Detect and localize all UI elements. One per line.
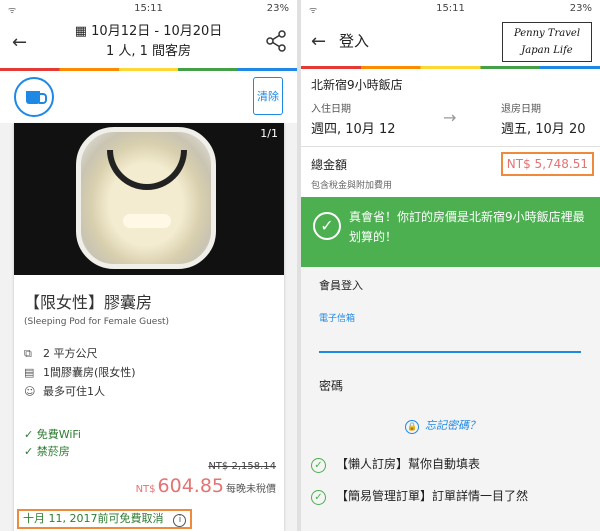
- search-header: ← ▦ 10月12日 - 10月20日 1 人, 1 間客房: [0, 18, 297, 68]
- share-icon[interactable]: [265, 30, 287, 52]
- right-screen: ᯤ 15:11 23% ← 登入 Penny Travel Japan Life…: [301, 0, 600, 531]
- total-label: 總金額: [311, 158, 348, 172]
- room-name: 【限女性】膠囊房: [24, 293, 153, 312]
- area-icon: ⧉: [24, 347, 32, 360]
- total-price: NT$ 5,748.51: [500, 152, 594, 176]
- email-field[interactable]: [319, 327, 581, 353]
- check-icon: ✓: [24, 445, 37, 458]
- filter-bar: 清除: [0, 71, 297, 123]
- battery-level: 23%: [569, 3, 592, 14]
- room-size: ⧉ 2 平方公尺: [24, 347, 98, 360]
- status-time: 15:11: [436, 3, 465, 14]
- checkout-label: 退房日期: [501, 104, 541, 115]
- back-arrow-icon[interactable]: ←: [311, 31, 326, 52]
- check-icon: ✓: [24, 428, 37, 441]
- clear-button[interactable]: 清除: [253, 77, 283, 115]
- best-price-banner: ✓ 真會省！你訂的房價是北新宿9小時飯店裡最划算的！: [301, 197, 600, 267]
- max-occupancy: ☺ 最多可住1人: [24, 385, 105, 398]
- price-amount: 604.85: [157, 475, 224, 497]
- free-cancellation-notice[interactable]: 十月 11, 2017前可免費取消 i: [17, 509, 193, 529]
- hotel-name: 北新宿9小時飯店: [311, 78, 403, 92]
- photo-counter: 1/1: [260, 127, 278, 140]
- original-price: NT$ 2,158.14: [208, 461, 276, 472]
- date-guest-summary[interactable]: ▦ 10月12日 - 10月20日 1 人, 1 間客房: [0, 22, 297, 62]
- person-icon: ☺: [24, 385, 36, 398]
- amenity-nonsmoking: ✓ 禁菸房: [24, 445, 70, 458]
- status-time: 15:11: [134, 3, 163, 14]
- perk-manage-orders: ✓ 【簡易管理訂單】訂單詳情一目了然: [311, 487, 528, 505]
- login-header: ← 登入 Penny Travel Japan Life: [301, 18, 600, 66]
- date-range: 10月12日 - 10月20日: [91, 24, 223, 39]
- left-screen: ᯤ 15:11 23% ← ▦ 10月12日 - 10月20日 1 人, 1 間…: [0, 0, 297, 531]
- forgot-password-link[interactable]: 🔒 忘記密碼？: [405, 417, 480, 434]
- check-circle-icon: ✓: [313, 212, 341, 240]
- email-label: 電子信箱: [319, 314, 356, 324]
- battery-level: 23%: [266, 3, 289, 14]
- page-title: 登入: [339, 32, 370, 50]
- amenity-wifi: ✓ 免費WiFi: [24, 428, 81, 441]
- password-field[interactable]: 密碼: [319, 377, 343, 394]
- check-circle-icon: ✓: [311, 458, 326, 473]
- room-photo[interactable]: 1/1: [14, 123, 284, 275]
- bed-icon: ▤: [24, 366, 35, 379]
- check-circle-icon: ✓: [311, 490, 326, 505]
- room-name-en: (Sleeping Pod for Female Guest): [24, 317, 170, 327]
- info-icon[interactable]: i: [173, 514, 187, 527]
- tax-note: 包含稅金與附加費用: [311, 181, 393, 191]
- calendar-icon: ▦: [74, 24, 88, 39]
- login-form: 會員登入 電子信箱 密碼 🔒 忘記密碼？ ✓ 【懶人訂房】幫你自動填表 ✓ 【簡易管理…: [301, 267, 600, 531]
- status-bar: ᯤ 15:11 23%: [301, 0, 600, 18]
- arrow-right-icon: →: [443, 108, 457, 127]
- status-bar: ᯤ 15:11 23%: [0, 0, 297, 18]
- room-card[interactable]: 1/1 【限女性】膠囊房 (Sleeping Pod for Female Gu…: [14, 123, 284, 531]
- guest-summary: 1 人, 1 間客房: [105, 44, 192, 59]
- watermark-logo: Penny Travel Japan Life: [502, 22, 592, 62]
- member-login-label: 會員登入: [319, 279, 363, 292]
- checkin-date: 週四, 10月 12: [311, 122, 396, 137]
- price-note: 每晚未稅價: [226, 484, 276, 495]
- lock-icon: 🔒: [405, 420, 419, 434]
- banner-text: 真會省！你訂的房價是北新宿9小時飯店裡最划算的！: [349, 210, 585, 244]
- checkout-date: 週五, 10月 20: [501, 122, 586, 137]
- rainbow-divider: [301, 66, 600, 69]
- bed-type: ▤ 1間膠囊房(限女性): [24, 366, 136, 379]
- checkin-label: 入住日期: [311, 104, 351, 115]
- breakfast-filter-icon[interactable]: [14, 77, 54, 117]
- capsule-pod-image: [76, 127, 216, 269]
- perk-autofill: ✓ 【懶人訂房】幫你自動填表: [311, 455, 480, 473]
- room-price: NT$ 604.85 每晚未稅價: [135, 475, 276, 497]
